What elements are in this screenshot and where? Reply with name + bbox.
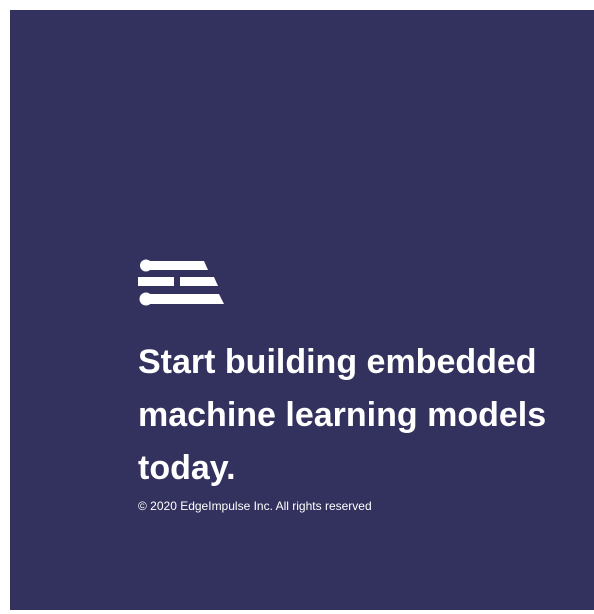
copyright-text: © 2020 EdgeImpulse Inc. All rights reser…	[138, 499, 372, 513]
hero-headline: Start building embedded machine learning…	[138, 343, 547, 487]
edge-impulse-logo-icon	[138, 259, 224, 306]
hero-panel: Start building embedded machine learning…	[10, 10, 594, 610]
